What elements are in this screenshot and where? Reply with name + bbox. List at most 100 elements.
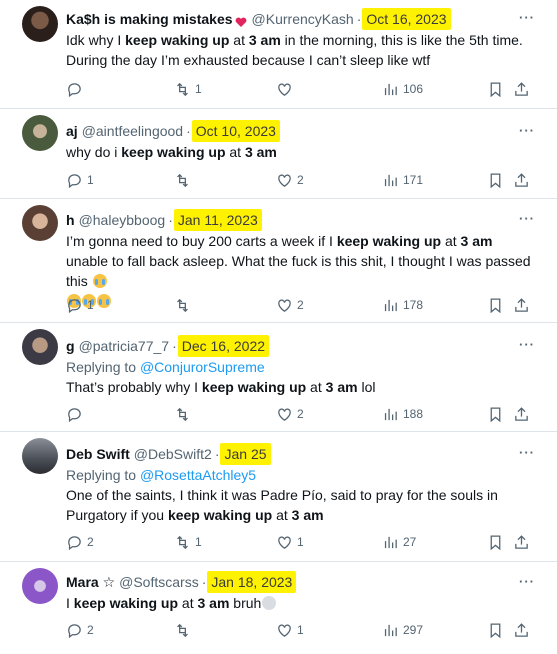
reply-to-link[interactable]: @ConjurorSupreme — [140, 359, 265, 375]
tweet-actions: 2 1 1 27 — [66, 532, 537, 552]
reply-button[interactable]: 1 — [66, 170, 94, 190]
reply-button[interactable]: 1 — [66, 295, 94, 315]
retweet-icon — [177, 298, 188, 312]
retweet-button[interactable] — [174, 620, 195, 640]
reply-button[interactable]: 2 — [66, 532, 94, 552]
reply-icon — [68, 535, 81, 550]
tweet-date[interactable]: Jan 25 — [220, 443, 271, 465]
share-button[interactable] — [513, 620, 530, 640]
reply-button[interactable]: 2 — [66, 620, 94, 640]
tweet[interactable]: g @patricia77_7 · Dec 16, 2022 Replying … — [0, 323, 557, 432]
like-icon — [278, 83, 291, 96]
avatar[interactable] — [22, 205, 58, 241]
tweet-header: g @patricia77_7 · Dec 16, 2022 — [66, 335, 537, 357]
handle[interactable]: @DebSwift2 — [134, 444, 212, 464]
share-button[interactable] — [513, 404, 530, 424]
bookmark-button[interactable] — [487, 79, 504, 99]
share-icon — [515, 406, 528, 421]
tweet-content: Deb Swift @DebSwift2 · Jan 25 Replying t… — [66, 443, 537, 525]
bookmark-icon — [490, 534, 501, 550]
views-button[interactable]: 297 — [382, 620, 423, 640]
bookmark-button[interactable] — [487, 620, 504, 640]
tweet-content: aj @aintfeelingood · Oct 10, 2023 why do… — [66, 120, 537, 162]
bookmark-button[interactable] — [487, 404, 504, 424]
views-button[interactable]: 171 — [382, 170, 423, 190]
tweet-date[interactable]: Oct 16, 2023 — [362, 8, 451, 30]
handle[interactable]: @patricia77_7 — [79, 336, 170, 356]
tweet-text: Idk why I keep waking up at 3 am in the … — [66, 32, 527, 68]
display-name[interactable]: h — [66, 210, 75, 230]
replying-to: Replying to @RosettaAtchley5 — [66, 467, 257, 483]
tweet[interactable]: Mara ☆ @Softscarss · Jan 18, 2023 I keep… — [0, 562, 557, 654]
views-button[interactable]: 178 — [382, 295, 423, 315]
like-button[interactable]: 2 — [276, 404, 304, 424]
like-button[interactable]: 1 — [276, 620, 304, 640]
handle[interactable]: @haleybboog — [79, 210, 166, 230]
bookmark-button[interactable] — [487, 170, 504, 190]
views-button[interactable]: 27 — [382, 532, 416, 552]
handle[interactable]: @KurrencyKash — [252, 9, 354, 29]
display-name[interactable]: Ka$h is making mistakes — [66, 9, 233, 29]
share-button[interactable] — [513, 79, 530, 99]
avatar[interactable] — [22, 115, 58, 151]
like-button[interactable]: 1 — [276, 532, 304, 552]
reply-icon — [68, 407, 81, 422]
avatar[interactable] — [22, 438, 58, 474]
like-button[interactable] — [276, 79, 297, 99]
tweet-content: Mara ☆ @Softscarss · Jan 18, 2023 I keep… — [66, 571, 537, 613]
tweet[interactable]: Ka$h is making mistakes @KurrencyKash · … — [0, 0, 557, 109]
retweet-button[interactable] — [174, 404, 195, 424]
reply-to-link[interactable]: @RosettaAtchley5 — [140, 467, 256, 483]
share-button[interactable] — [513, 170, 530, 190]
more-icon[interactable]: ··· — [519, 574, 535, 589]
share-icon — [515, 81, 528, 96]
tweet-content: g @patricia77_7 · Dec 16, 2022 Replying … — [66, 335, 537, 397]
handle[interactable]: @aintfeelingood — [82, 121, 183, 141]
views-icon — [384, 299, 397, 311]
display-name[interactable]: Mara ☆ — [66, 572, 115, 592]
bookmark-icon — [490, 622, 501, 638]
bookmark-button[interactable] — [487, 295, 504, 315]
retweet-button[interactable]: 1 — [174, 532, 202, 552]
retweet-button[interactable] — [174, 170, 195, 190]
display-name[interactable]: Deb Swift — [66, 444, 130, 464]
reply-button[interactable] — [66, 79, 87, 99]
views-button[interactable]: 106 — [382, 79, 423, 99]
more-icon[interactable]: ··· — [519, 211, 535, 226]
avatar[interactable] — [22, 6, 58, 42]
tweet-date[interactable]: Dec 16, 2022 — [177, 335, 270, 357]
retweet-button[interactable] — [174, 295, 195, 315]
views-button[interactable]: 188 — [382, 404, 423, 424]
tweet[interactable]: Deb Swift @DebSwift2 · Jan 25 Replying t… — [0, 432, 557, 562]
bookmark-button[interactable] — [487, 532, 504, 552]
tweet[interactable]: h @haleybboog · Jan 11, 2023 I’m gonna n… — [0, 199, 557, 323]
like-button[interactable]: 2 — [276, 170, 304, 190]
like-icon — [278, 536, 291, 549]
tweet-actions: 2 188 — [66, 404, 537, 424]
like-button[interactable]: 2 — [276, 295, 304, 315]
retweet-icon — [177, 623, 188, 637]
views-icon — [384, 536, 397, 548]
separator-dot: · — [172, 338, 177, 354]
more-icon[interactable]: ··· — [519, 445, 535, 460]
display-name[interactable]: g — [66, 336, 75, 356]
tweet-date[interactable]: Oct 10, 2023 — [191, 120, 280, 142]
retweet-button[interactable]: 1 — [174, 79, 202, 99]
share-button[interactable] — [513, 532, 530, 552]
tweet-header: Mara ☆ @Softscarss · Jan 18, 2023 — [66, 571, 537, 593]
avatar[interactable] — [22, 329, 58, 365]
handle[interactable]: @Softscarss — [119, 572, 199, 592]
more-icon[interactable]: ··· — [519, 10, 535, 25]
display-name[interactable]: aj — [66, 121, 78, 141]
more-icon[interactable]: ··· — [519, 337, 535, 352]
tweet-date[interactable]: Jan 11, 2023 — [173, 209, 262, 231]
reply-button[interactable] — [66, 404, 87, 424]
share-button[interactable] — [513, 295, 530, 315]
tweet[interactable]: aj @aintfeelingood · Oct 10, 2023 why do… — [0, 109, 557, 199]
reply-icon — [68, 298, 81, 313]
reply-icon — [68, 82, 81, 97]
separator-dot: · — [356, 11, 362, 27]
avatar[interactable] — [22, 568, 58, 604]
more-icon[interactable]: ··· — [519, 123, 535, 138]
tweet-date[interactable]: Jan 18, 2023 — [207, 571, 297, 593]
